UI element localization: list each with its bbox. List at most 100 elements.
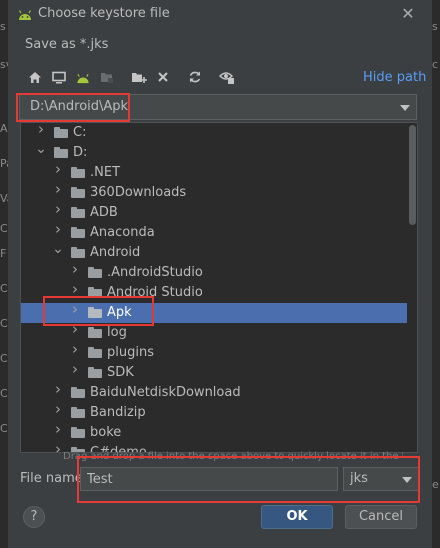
module-icon <box>97 66 117 88</box>
file-name-label: File name: <box>20 471 88 486</box>
tree-item-label: plugins <box>107 345 154 360</box>
chevron-right-icon[interactable]: › <box>70 360 80 378</box>
tree-item[interactable]: › log <box>21 320 407 343</box>
path-field[interactable]: D:\Android\Apk <box>19 94 417 120</box>
edge-text: C <box>0 387 8 400</box>
tree-item[interactable]: › boke <box>21 420 407 443</box>
folder-icon <box>88 307 102 318</box>
tree-item[interactable]: › .AndroidStudio <box>21 260 407 283</box>
title-bar: Choose keystore file ✕ <box>8 0 432 30</box>
folder-icon <box>88 367 102 378</box>
tree-item-label: Android <box>90 245 141 260</box>
edge-text: Pa <box>0 157 8 170</box>
edge-text: C <box>0 282 8 295</box>
tree-item[interactable]: › plugins <box>21 340 407 363</box>
edge-text: C <box>0 222 8 235</box>
folder-icon <box>54 147 68 158</box>
chevron-right-icon[interactable]: › <box>36 123 46 138</box>
ok-button[interactable]: OK <box>261 505 333 529</box>
folder-icon <box>71 387 85 398</box>
dialog-description: Save as *.jks <box>25 37 109 52</box>
tree-item[interactable]: › Android Studio <box>21 280 407 303</box>
tree-item[interactable]: › C: <box>21 123 407 143</box>
folder-icon <box>88 327 102 338</box>
chevron-right-icon[interactable]: › <box>53 400 63 418</box>
tree-item[interactable]: › SDK <box>21 360 407 383</box>
tree-item-label: Bandizip <box>90 405 146 420</box>
chevron-down-icon[interactable] <box>400 105 410 111</box>
folder-icon <box>71 427 85 438</box>
cancel-button[interactable]: Cancel <box>345 505 417 529</box>
close-icon[interactable]: ✕ <box>399 5 417 23</box>
scrollbar-thumb[interactable] <box>409 125 416 225</box>
tree-item-label: boke <box>90 425 122 440</box>
tree-item-label: Android Studio <box>107 285 203 300</box>
tree-item-label: ADB <box>90 205 118 220</box>
tree-item[interactable]: › ADB <box>21 200 407 223</box>
path-value: D:\Android\Apk <box>30 99 129 114</box>
edge-text: s <box>0 20 6 33</box>
background-window-left-edge: s sv Al Pa Va C F C C C C C <box>0 0 8 548</box>
chevron-right-icon[interactable]: › <box>70 300 80 318</box>
tree-item[interactable]: › Apk <box>21 300 407 323</box>
new-folder-icon[interactable] <box>129 66 149 88</box>
edge-text: sv <box>0 58 8 71</box>
edge-text: Va <box>0 192 8 205</box>
tree-item-label: D: <box>73 145 88 160</box>
edge-text: c <box>432 58 439 71</box>
chevron-right-icon[interactable]: › <box>53 180 63 198</box>
folder-icon <box>71 247 85 258</box>
edge-text: e <box>432 478 439 491</box>
hide-path-link[interactable]: Hide path <box>363 70 426 85</box>
folder-icon <box>71 207 85 218</box>
extension-select[interactable]: jks <box>343 467 419 491</box>
tree-item[interactable]: › BaiduNetdiskDownload <box>21 380 407 403</box>
vertical-scrollbar[interactable] <box>407 123 417 452</box>
home-icon[interactable] <box>25 66 45 88</box>
edge-text: C <box>0 422 8 435</box>
refresh-icon[interactable] <box>185 66 205 88</box>
folder-icon <box>54 127 68 138</box>
choose-keystore-dialog: Choose keystore file ✕ Save as *.jks Hid… <box>8 0 432 548</box>
delete-icon[interactable] <box>153 66 173 88</box>
file-name-input[interactable] <box>80 467 338 491</box>
chevron-right-icon[interactable]: › <box>70 320 80 338</box>
help-button[interactable]: ? <box>23 506 45 528</box>
chevron-right-icon[interactable]: › <box>53 440 63 452</box>
chevron-right-icon[interactable]: › <box>53 420 63 438</box>
chevron-down-icon[interactable] <box>402 477 412 483</box>
chevron-right-icon[interactable]: › <box>53 200 63 218</box>
tree-item[interactable]: › .NET <box>21 160 407 183</box>
background-window-right-edge: s c e <box>432 0 440 548</box>
chevron-down-icon[interactable]: ⌄ <box>52 241 64 257</box>
chevron-right-icon[interactable]: › <box>53 380 63 398</box>
chevron-right-icon[interactable]: › <box>70 280 80 298</box>
chevron-right-icon[interactable]: › <box>53 220 63 238</box>
folder-icon <box>71 227 85 238</box>
android-icon[interactable] <box>73 66 93 88</box>
tree-item[interactable]: ⌄ Android <box>21 241 407 263</box>
file-tree[interactable]: › C#demo › boke › Bandizip › BaiduNetdiskDownlo… <box>20 122 418 453</box>
tree-item[interactable]: › Bandizip <box>21 400 407 423</box>
show-hidden-icon[interactable] <box>217 66 237 88</box>
tree-item[interactable]: › 360Downloads <box>21 180 407 203</box>
folder-icon <box>71 187 85 198</box>
folder-icon <box>71 407 85 418</box>
folder-icon <box>71 167 85 178</box>
chevron-right-icon[interactable]: › <box>70 340 80 358</box>
edge-text: C <box>0 317 8 330</box>
chevron-right-icon[interactable]: › <box>53 160 63 178</box>
edge-text: Al <box>0 122 8 135</box>
drag-drop-hint: Drag and drop a file into the space abov… <box>63 451 403 462</box>
tree-item[interactable]: ⌄ D: <box>21 141 407 163</box>
extension-value: jks <box>350 471 368 486</box>
edge-text: s <box>432 20 438 33</box>
tree-item-label: .NET <box>90 165 121 180</box>
tree-item[interactable]: › Anaconda <box>21 220 407 243</box>
chevron-down-icon[interactable]: ⌄ <box>35 141 47 157</box>
window-title: Choose keystore file <box>38 6 170 21</box>
tree-item-label: C: <box>73 125 87 140</box>
chevron-right-icon[interactable]: › <box>70 260 80 278</box>
desktop-icon[interactable] <box>49 66 69 88</box>
tree-item-label: Apk <box>107 305 132 320</box>
